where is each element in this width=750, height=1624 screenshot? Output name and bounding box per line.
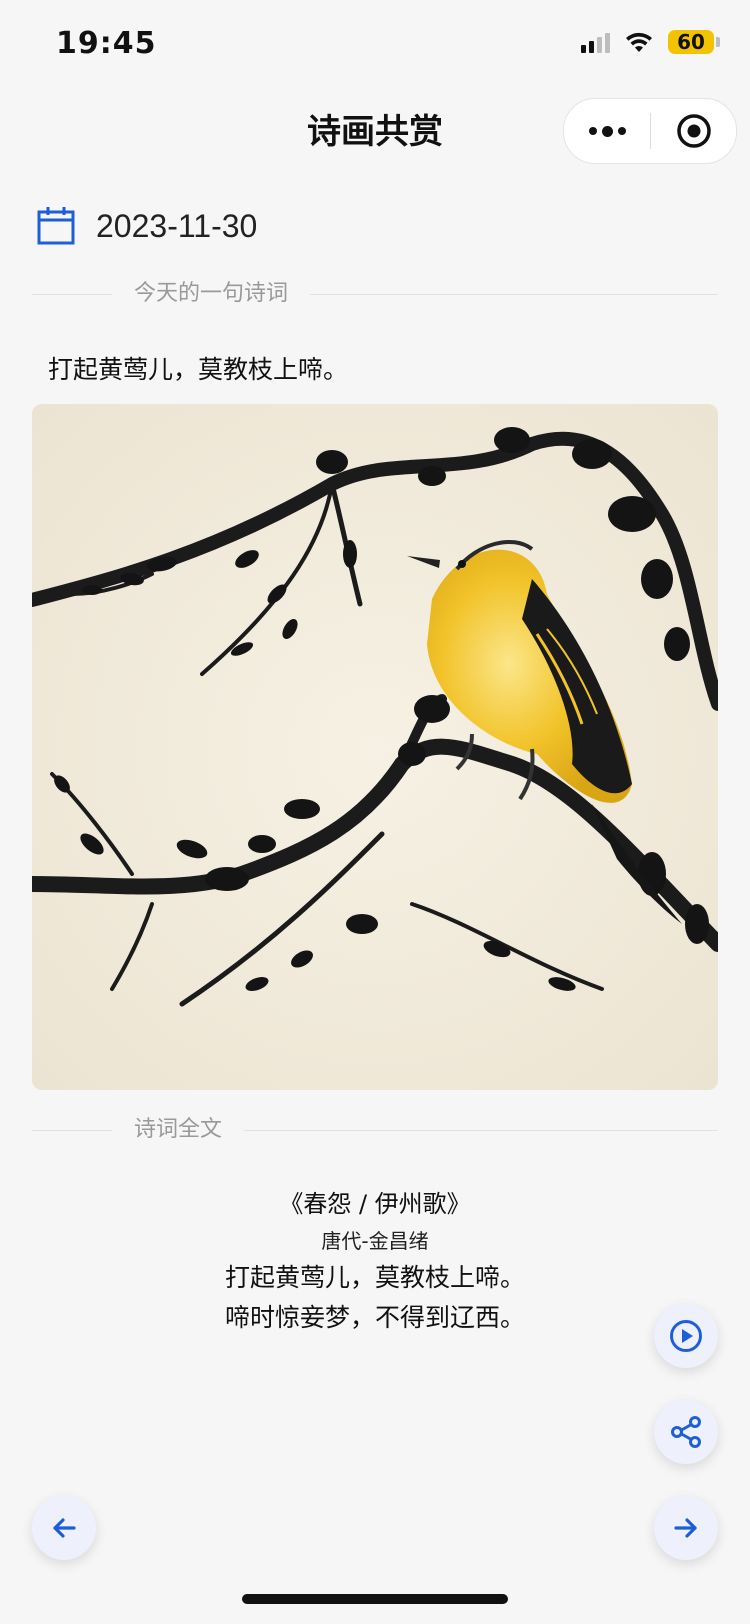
play-circle-icon (670, 1320, 702, 1352)
target-icon (676, 114, 711, 148)
poem-line: 打起黄莺儿，莫教枝上啼。 (224, 1263, 525, 1292)
battery-icon: 60 (668, 30, 720, 54)
status-icons: 60 (581, 30, 720, 54)
arrow-left-icon (53, 1518, 76, 1538)
full-text-section-divider: 诗词全文 (32, 1115, 718, 1145)
daily-section-divider: 今天的一句诗词 (32, 279, 718, 309)
mini-program-capsule (563, 98, 737, 164)
poem-line: 啼时惊妾梦，不得到辽西。 (224, 1303, 525, 1332)
status-bar: 19:45 60 (0, 0, 750, 90)
poem-painting (32, 404, 718, 1090)
close-mini-program-button[interactable] (651, 99, 736, 163)
daily-section-label: 今天的一句诗词 (112, 279, 311, 309)
daily-poem-line: 打起黄莺儿，莫教枝上啼。 (48, 355, 349, 384)
signal-icon (581, 31, 610, 53)
home-indicator[interactable] (242, 1594, 508, 1604)
status-time: 19:45 (56, 26, 157, 61)
wifi-icon (626, 32, 652, 52)
date-row: 2023-11-30 (36, 206, 257, 246)
battery-level: 60 (668, 30, 714, 54)
full-text-section-label: 诗词全文 (112, 1115, 245, 1145)
poem-title: 《春怨 / 伊州歌》 (279, 1190, 471, 1218)
play-button[interactable] (654, 1304, 718, 1368)
next-button[interactable] (654, 1496, 718, 1560)
share-icon (671, 1416, 701, 1448)
share-button[interactable] (654, 1400, 718, 1464)
previous-button[interactable] (32, 1496, 96, 1560)
poem-author: 唐代-金昌绪 (321, 1229, 429, 1253)
poem-full-text: 《春怨 / 伊州歌》 唐代-金昌绪 打起黄莺儿，莫教枝上啼。 啼时惊妾梦，不得到… (0, 1186, 750, 1338)
arrow-right-icon (674, 1518, 697, 1538)
date-text: 2023-11-30 (96, 207, 258, 244)
more-button[interactable] (564, 99, 650, 163)
calendar-icon (37, 207, 75, 245)
